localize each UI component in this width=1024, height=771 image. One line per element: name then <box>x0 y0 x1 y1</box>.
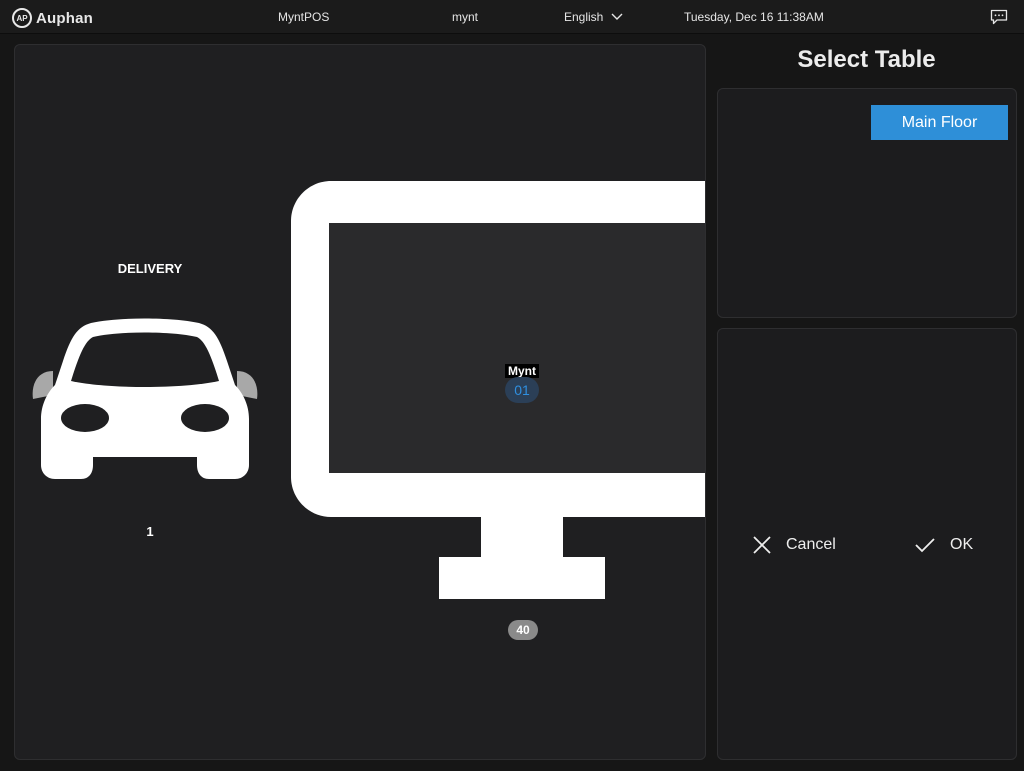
cancel-label: Cancel <box>786 536 836 553</box>
language-label: English <box>564 10 604 24</box>
area-panel: Main Floor <box>717 88 1017 318</box>
delivery-label: DELIVERY <box>117 261 183 276</box>
date-time: Tuesday, Dec 16 11:38AM <box>684 10 824 24</box>
chat-message-icon[interactable] <box>990 9 1008 25</box>
action-panel: Cancel OK <box>717 328 1017 760</box>
page-title: Select Table <box>797 46 936 73</box>
cancel-button[interactable]: Cancel <box>752 533 836 557</box>
car-icon[interactable] <box>23 315 267 481</box>
delivery-count: 1 <box>146 524 154 539</box>
checkmark-icon <box>915 538 935 553</box>
close-icon <box>753 536 771 554</box>
ok-label: OK <box>950 536 974 553</box>
logo-text: Auphan <box>36 9 94 27</box>
top-bar: AP Auphan MyntPOS mynt English Tuesday, … <box>0 0 1024 34</box>
chevron-down-icon <box>611 13 623 20</box>
main-floor-button[interactable]: Main Floor <box>871 105 1008 140</box>
ok-button[interactable]: OK <box>914 533 973 557</box>
table-name-label: Mynt <box>505 364 539 378</box>
monitor-icon[interactable] <box>291 181 706 599</box>
app-name: MyntPOS <box>278 10 330 24</box>
seats-count-badge: 40 <box>508 620 538 640</box>
language-selector[interactable]: English <box>564 10 623 24</box>
user-name[interactable]: mynt <box>452 10 478 24</box>
logo-mark-icon: AP <box>12 8 32 28</box>
app-logo: AP Auphan <box>12 8 93 28</box>
floor-plan-panel: DELIVERY 1 Mynt 01 40 <box>14 44 706 760</box>
table-number-badge[interactable]: 01 <box>505 377 539 403</box>
